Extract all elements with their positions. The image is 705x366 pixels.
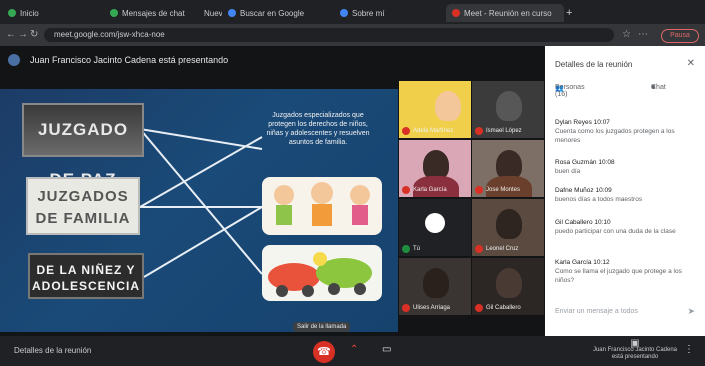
end-call-button[interactable]: ☎	[313, 341, 335, 363]
mic-muted-icon	[475, 127, 483, 135]
participant-avatar	[425, 213, 445, 233]
send-icon[interactable]: ➤	[687, 306, 695, 317]
participant-name: Ulises Arriaga	[413, 305, 451, 311]
chat-panel: Detalles de la reunión ✕ 👥 Personas (16)…	[545, 46, 705, 336]
presenter-bar: Juan Francisco Jacinto Cadena está prese…	[0, 46, 545, 74]
phone-icon: ☎	[317, 346, 331, 358]
tab-favicon	[110, 9, 118, 17]
slide-text-block: Juzgados especializados que protegen los…	[266, 112, 370, 146]
participant-tile[interactable]: Jose Montes	[472, 140, 544, 197]
mic-muted-icon	[475, 304, 483, 312]
presenter-avatar	[8, 54, 20, 66]
participant-video	[423, 268, 449, 298]
tab-favicon	[8, 9, 16, 17]
participant-tile[interactable]: Karla García	[399, 140, 471, 197]
participant-tile[interactable]: Leonel Cruz	[472, 199, 544, 256]
browser-tab[interactable]: Buscar en Google	[228, 4, 332, 22]
participant-name: Ismael López	[486, 128, 522, 134]
shared-slide: JUZGADO DE PAZ JUZGADOS DE FAMILIA DE LA…	[0, 89, 398, 332]
participant-name: Jose Montes	[486, 187, 521, 193]
participant-video	[496, 268, 522, 298]
participant-tile-self[interactable]: Tú	[399, 199, 471, 256]
chat-message: Dylan Reyes 10:07 Cuenta como los juzgado…	[555, 119, 675, 144]
present-screen-icon: ▣	[630, 338, 640, 349]
presenter-title: Juan Francisco Jacinto Cadena está prese…	[30, 55, 229, 65]
close-icon[interactable]: ✕	[687, 58, 695, 69]
mic-muted-icon	[402, 127, 410, 135]
chat-panel-title: Detalles de la reunión	[555, 60, 633, 69]
mic-muted-icon	[475, 186, 483, 194]
presenting-notice[interactable]: ▣ Juan Francisco Jacinto Cadena está pre…	[590, 338, 680, 361]
mic-muted-icon	[402, 304, 410, 312]
chat-message: Gil Caballero 10:10 puedo participar con …	[555, 219, 676, 235]
address-bar-row: ← → ↻ meet.google.com/jsw-xhca-noe ☆ ⋯ P…	[0, 24, 705, 46]
browser-tab-active[interactable]: Meet - Reunión en curso	[446, 4, 564, 22]
participant-name: Karla García	[413, 187, 447, 193]
chat-input[interactable]: Enviar un mensaje a todos	[555, 308, 638, 315]
bookmark-icon[interactable]: ☆	[622, 29, 631, 41]
meeting-details-link[interactable]: Detalles de la reunión	[14, 346, 91, 355]
chat-message: Karla García 10:12 Como se llama el juzga…	[555, 259, 682, 284]
participant-name: Gil Caballero	[486, 305, 521, 311]
browser-tab[interactable]: Inicio	[4, 4, 108, 22]
leave-call-tooltip: Salir de la llamada	[293, 322, 351, 332]
meet-window: Juan Francisco Jacinto Cadena está prese…	[0, 46, 705, 366]
family-car-illustration	[262, 245, 382, 301]
participant-video	[496, 91, 522, 121]
sign-juzgados-de-familia: JUZGADOS DE FAMILIA	[26, 177, 140, 235]
meeting-controls: Salir de la llamada Detalles de la reuni…	[0, 322, 705, 366]
extension-icon[interactable]: ⋯	[638, 29, 648, 41]
participant-video	[435, 91, 461, 121]
sign-juzgado-de-paz: JUZGADO DE PAZ	[22, 103, 144, 189]
tab-favicon	[340, 9, 348, 17]
browser-tab[interactable]: Mensajes de chat	[110, 4, 194, 22]
browser-tab[interactable]: Sobre mí	[340, 4, 440, 22]
chat-message: Rosa Guzmán 10:08 buen día	[555, 159, 615, 175]
new-tab-button[interactable]: +	[566, 4, 580, 22]
participant-name: Tú	[413, 246, 421, 252]
mic-muted-icon	[475, 245, 483, 253]
browser-tab-bar: Inicio Mensajes de chat Nueva pestaña Bu…	[0, 0, 705, 24]
sign-ninez-adolescencia: DE LA NIÑEZ Y ADOLESCENCIA	[28, 253, 144, 299]
mic-on-icon	[402, 245, 410, 253]
reload-icon[interactable]: ↻	[30, 29, 38, 41]
more-options-icon[interactable]: ⋮	[684, 344, 694, 355]
participant-tile[interactable]: Ulises Arriaga	[399, 258, 471, 315]
mic-muted-icon	[402, 186, 410, 194]
captions-icon[interactable]: ▭	[382, 344, 391, 355]
tab-favicon	[452, 9, 460, 17]
profile-pause-button[interactable]: Pausa	[661, 29, 699, 43]
chat-panel-tabs: 👥 Personas (16) ■ Chat	[555, 84, 666, 98]
browser-tab[interactable]: Nueva pestaña	[200, 4, 222, 22]
chat-message: Dafne Muñoz 10:09 buenos días a todos mae…	[555, 187, 643, 203]
participant-name: Leonel Cruz	[486, 246, 519, 252]
participant-name: Adela Martínez	[413, 128, 454, 134]
participant-video	[496, 209, 522, 239]
participant-tile[interactable]: Adela Martínez	[399, 81, 471, 138]
participant-tile[interactable]: Gil Caballero	[472, 258, 544, 315]
forward-arrow-icon[interactable]: →	[18, 29, 28, 41]
tab-favicon	[228, 9, 236, 17]
children-illustration	[262, 177, 382, 235]
back-arrow-icon[interactable]: ←	[6, 29, 16, 41]
chevron-up-icon[interactable]: ⌃	[350, 344, 358, 355]
participant-tile[interactable]: Ismael López	[472, 81, 544, 138]
url-input[interactable]: meet.google.com/jsw-xhca-noe	[44, 28, 614, 42]
